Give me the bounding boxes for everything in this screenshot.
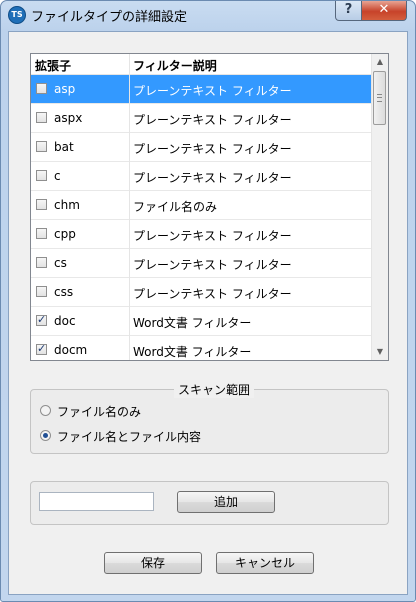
extension-input[interactable] xyxy=(39,492,154,511)
list-item[interactable]: c プレーンテキスト フィルター xyxy=(31,162,372,191)
column-divider xyxy=(129,220,130,249)
list-rows: asp プレーンテキスト フィルター aspx プレーンテキスト フィルター bat プレ… xyxy=(31,75,372,360)
row-checkbox[interactable] xyxy=(36,286,47,297)
help-button[interactable]: ? xyxy=(335,1,362,21)
save-button[interactable]: 保存 xyxy=(104,552,202,574)
add-button[interactable]: 追加 xyxy=(177,491,275,513)
column-divider xyxy=(129,75,130,104)
scroll-thumb[interactable] xyxy=(373,71,386,125)
extension-cell: bat xyxy=(54,140,74,154)
column-divider xyxy=(129,133,130,162)
column-divider xyxy=(129,162,130,191)
extension-cell: cpp xyxy=(54,227,76,241)
add-extension-panel: 追加 xyxy=(30,481,389,525)
filter-cell: プレーンテキスト フィルター xyxy=(133,287,292,301)
column-header-extension[interactable]: 拡張子 xyxy=(35,57,71,74)
scroll-down-arrow-icon[interactable]: ▼ xyxy=(372,344,388,360)
column-divider xyxy=(129,278,130,307)
window-title: ファイルタイプの詳細設定 xyxy=(31,10,188,25)
row-checkbox[interactable] xyxy=(36,342,47,355)
column-divider xyxy=(129,191,130,220)
list-item[interactable]: bat プレーンテキスト フィルター xyxy=(31,133,372,162)
dialog-window: TS ファイルタイプの詳細設定 ? ✕ 拡張子 フィルター説明 asp プレーンテ… xyxy=(0,0,416,602)
scan-range-group: スキャン範囲 ファイル名のみ ファイル名とファイル内容 xyxy=(30,381,389,454)
filter-cell: プレーンテキスト フィルター xyxy=(133,84,292,98)
row-checkbox[interactable] xyxy=(36,83,47,94)
row-checkbox[interactable] xyxy=(36,170,47,181)
list-item[interactable]: doc Word文書 フィルター xyxy=(31,307,372,336)
vertical-scrollbar[interactable]: ▲ ▼ xyxy=(371,54,388,360)
extension-cell: doc xyxy=(54,314,76,328)
file-type-list[interactable]: 拡張子 フィルター説明 asp プレーンテキスト フィルター aspx プレーンテキス… xyxy=(30,53,389,361)
list-item[interactable]: chm ファイル名のみ xyxy=(31,191,372,220)
column-divider xyxy=(129,249,130,278)
radio-label[interactable]: ファイル名のみ xyxy=(57,403,141,420)
column-divider xyxy=(129,104,130,133)
dialog-body: 拡張子 フィルター説明 asp プレーンテキスト フィルター aspx プレーンテキス… xyxy=(8,31,408,595)
list-item[interactable]: asp プレーンテキスト フィルター xyxy=(31,75,372,104)
grip-icon xyxy=(377,94,382,102)
extension-cell: asp xyxy=(54,82,76,96)
filter-cell: プレーンテキスト フィルター xyxy=(133,229,292,243)
extension-cell: chm xyxy=(54,198,80,212)
list-item[interactable]: docm Word文書 フィルター xyxy=(31,336,372,360)
list-header: 拡張子 フィルター説明 xyxy=(31,54,372,75)
radio-label[interactable]: ファイル名とファイル内容 xyxy=(57,428,201,445)
title-bar[interactable]: TS ファイルタイプの詳細設定 ? ✕ xyxy=(1,1,415,31)
row-checkbox[interactable] xyxy=(36,199,47,210)
extension-cell: c xyxy=(54,169,61,183)
app-logo-icon: TS xyxy=(8,6,26,24)
extension-cell: docm xyxy=(54,343,88,357)
column-divider xyxy=(129,336,130,360)
extension-cell: css xyxy=(54,285,74,299)
scroll-up-arrow-icon[interactable]: ▲ xyxy=(372,54,388,70)
row-checkbox[interactable] xyxy=(36,228,47,239)
filter-cell: プレーンテキスト フィルター xyxy=(133,171,292,185)
row-checkbox[interactable] xyxy=(36,313,47,326)
filter-cell: ファイル名のみ xyxy=(133,200,218,214)
row-checkbox[interactable] xyxy=(36,257,47,268)
filter-cell: プレーンテキスト フィルター xyxy=(133,113,292,127)
filter-cell: Word文書 フィルター xyxy=(133,345,252,359)
list-item[interactable]: aspx プレーンテキスト フィルター xyxy=(31,104,372,133)
row-checkbox[interactable] xyxy=(36,141,47,152)
row-checkbox[interactable] xyxy=(36,112,47,123)
close-button[interactable]: ✕ xyxy=(361,1,407,21)
filter-cell: プレーンテキスト フィルター xyxy=(133,142,292,156)
list-item[interactable]: css プレーンテキスト フィルター xyxy=(31,278,372,307)
scan-range-title: スキャン範囲 xyxy=(174,381,255,398)
column-divider xyxy=(129,307,130,336)
list-item[interactable]: cs プレーンテキスト フィルター xyxy=(31,249,372,278)
extension-cell: aspx xyxy=(54,111,83,125)
filter-cell: プレーンテキスト フィルター xyxy=(133,258,292,272)
extension-cell: cs xyxy=(54,256,67,270)
filter-cell: Word文書 フィルター xyxy=(133,316,252,330)
radio-button[interactable] xyxy=(40,405,51,416)
cancel-button[interactable]: キャンセル xyxy=(216,552,314,574)
column-divider[interactable] xyxy=(129,54,130,74)
radio-button[interactable] xyxy=(40,430,51,441)
column-header-filter[interactable]: フィルター説明 xyxy=(133,57,217,74)
list-item[interactable]: cpp プレーンテキスト フィルター xyxy=(31,220,372,249)
